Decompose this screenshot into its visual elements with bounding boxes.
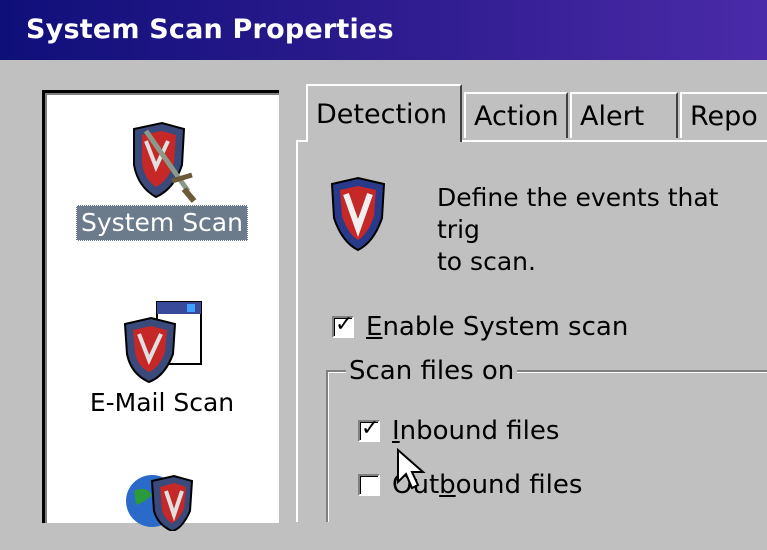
tab-detection[interactable]: Detection — [306, 84, 462, 142]
sidebar-item-email-scan[interactable]: E-Mail Scan — [45, 298, 279, 420]
email-shield-icon — [123, 301, 202, 384]
label-text: ound files — [455, 470, 583, 500]
description-line: Define the events that trig — [437, 183, 719, 244]
sword-shield-icon — [133, 121, 197, 203]
label-text: nable System scan — [382, 312, 629, 342]
tab-label: Action — [474, 101, 559, 132]
enable-system-scan-checkbox[interactable]: ✓ Enable System scan — [332, 312, 628, 342]
description-line: to scan. — [437, 247, 536, 276]
inbound-files-checkbox[interactable]: ✓ Inbound files — [358, 416, 559, 446]
globe-shield-icon — [126, 474, 194, 531]
sidebar-item-label: System Scan — [76, 205, 248, 241]
mnemonic: E — [366, 312, 383, 342]
mnemonic: b — [439, 470, 456, 500]
sidebar-item-label: E-Mail Scan — [89, 388, 235, 417]
label-text: nbound files — [399, 416, 560, 446]
checkbox-label: Inbound files — [392, 416, 559, 446]
tab-label: Alert — [580, 101, 645, 132]
checkbox-box[interactable]: ✓ — [332, 312, 354, 338]
title-bar[interactable]: System Scan Properties — [0, 0, 767, 60]
detection-description: Define the events that trig to scan. — [437, 182, 767, 278]
shield-icon — [330, 176, 386, 252]
mouse-cursor-icon — [397, 448, 426, 490]
tab-alert[interactable]: Alert — [570, 92, 678, 138]
checkmark-icon: ✓ — [335, 312, 354, 337]
tab-label: Detection — [316, 99, 448, 130]
window-title: System Scan Properties — [26, 14, 394, 45]
mnemonic: I — [392, 416, 400, 446]
checkbox-label: Enable System scan — [366, 312, 628, 342]
outbound-files-checkbox[interactable]: Outbound files — [358, 470, 582, 500]
checkbox-box[interactable]: ✓ — [358, 416, 380, 442]
category-sidebar: System Scan E-Mail Scan — [42, 90, 279, 531]
sidebar-item-label — [158, 544, 166, 546]
checkbox-box[interactable] — [358, 474, 380, 496]
tab-report[interactable]: Repo — [680, 92, 767, 138]
checkmark-icon: ✓ — [361, 416, 380, 441]
sidebar-item-system-scan[interactable]: System Scan — [45, 119, 279, 241]
tab-action[interactable]: Action — [464, 92, 568, 138]
sidebar-item-web-scan[interactable] — [45, 471, 279, 550]
tab-label: Repo — [690, 101, 758, 132]
group-label: Scan files on — [346, 356, 518, 386]
